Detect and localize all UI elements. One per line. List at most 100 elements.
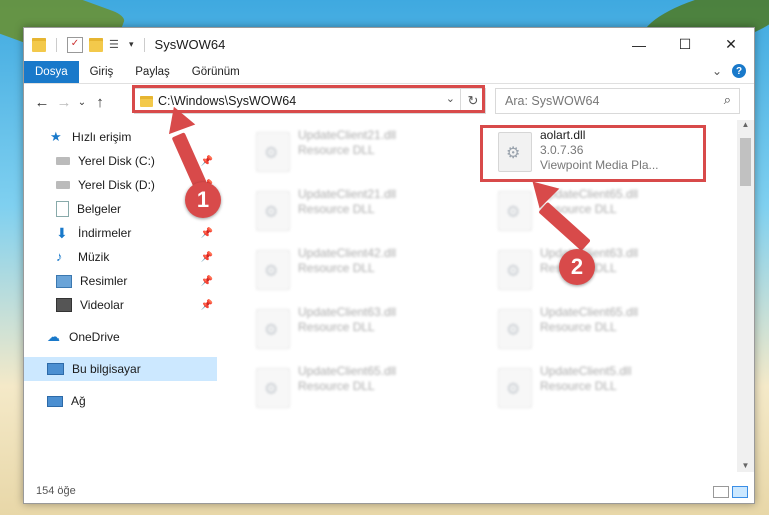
file-type: Resource DLL [298,320,375,334]
file-type: Resource DLL [540,379,617,393]
file-item[interactable]: UpdateClient65.dllResource DLL [242,364,472,414]
file-name: UpdateClient42.dll [298,246,397,260]
file-type: Resource DLL [298,261,375,275]
tab-share[interactable]: Paylaş [124,61,181,83]
file-item[interactable]: UpdateClient63.dllResource DLL [484,246,714,296]
search-input[interactable]: Ara: SysWOW64 [505,94,599,108]
navigation-bar: ← → ⌄ ↑ C:\Windows\SysWOW64 ⌄ ↻ Ara: Sys… [24,84,754,120]
pin-icon[interactable]: 📌 [201,252,213,263]
large-icons-view-icon[interactable] [732,486,748,498]
file-item[interactable]: UpdateClient42.dllResource DLL [242,246,472,296]
file-item[interactable]: UpdateClient21.dllResource DLL [242,128,472,178]
dll-file-icon [256,250,290,290]
videos-icon [56,298,72,312]
sidebar-item-onedrive[interactable]: ☁ OneDrive [24,325,217,349]
back-button[interactable]: ← [31,94,53,111]
details-view-icon[interactable] [713,486,729,498]
up-button[interactable]: ↑ [89,94,111,111]
file-highlight [480,125,706,182]
sidebar-item-label: Müzik [78,250,110,264]
window-controls: — ☐ ✕ [616,28,754,61]
pin-icon[interactable]: 📌 [201,228,213,239]
sidebar-item-network[interactable]: Ağ [24,389,217,413]
dll-file-icon [256,191,290,231]
cloud-icon: ☁ [47,329,60,344]
download-icon: ⬇ [56,225,68,241]
file-type: Resource DLL [298,143,375,157]
vertical-scrollbar[interactable]: ▲ ▼ [737,120,754,472]
pin-icon[interactable]: 📌 [201,156,213,167]
folder-icon[interactable] [32,37,46,52]
file-item[interactable]: UpdateClient5.dllResource DLL [484,364,714,414]
maximize-button[interactable]: ☐ [662,28,708,61]
customize-icon[interactable]: ☰ [109,38,123,52]
chevron-down-icon[interactable]: ▾ [129,39,134,50]
file-name: UpdateClient65.dll [298,364,397,378]
title-bar: ✓ ☰ ▾ SysWOW64 — ☐ ✕ [24,28,754,61]
sidebar-item-label: Yerel Disk (D:) [78,178,155,192]
documents-icon [56,201,69,217]
music-icon: ♪ [56,249,63,264]
file-name: UpdateClient63.dll [298,305,397,319]
computer-icon [47,363,64,375]
sidebar-item-videos[interactable]: Videolar 📌 [24,293,217,317]
recent-locations-button[interactable]: ⌄ [75,97,89,108]
view-switcher [713,486,748,498]
file-item[interactable]: UpdateClient63.dllResource DLL [242,305,472,355]
dll-file-icon [498,250,532,290]
tab-home[interactable]: Giriş [79,61,125,83]
ribbon-tabs: Dosya Giriş Paylaş Görünüm ⌄ ? [24,61,754,84]
sidebar-item-label: OneDrive [69,330,120,344]
file-name: UpdateClient65.dll [540,305,639,319]
sidebar-item-label: Yerel Disk (C:) [78,154,155,168]
sidebar-item-downloads[interactable]: ⬇ İndirmeler 📌 [24,221,217,245]
file-name: UpdateClient21.dll [298,187,397,201]
dll-file-icon [498,309,532,349]
search-icon[interactable]: ⌕ [724,92,731,108]
step-badge-1: 1 [185,182,221,218]
sidebar-item-label: Ağ [71,394,86,408]
properties-icon[interactable]: ✓ [67,36,83,53]
new-folder-icon[interactable] [89,37,103,52]
file-type: Resource DLL [298,202,375,216]
sidebar-item-label: Belgeler [77,202,122,216]
scrollbar-thumb[interactable] [740,138,751,186]
sidebar-item-pictures[interactable]: Resimler 📌 [24,269,217,293]
scroll-up-icon[interactable]: ▲ [737,120,754,129]
sidebar-item-this-pc[interactable]: Bu bilgisayar [24,357,217,381]
dll-file-icon [256,309,290,349]
file-list: UpdateClient21.dllResource DLL UpdateCli… [222,120,736,472]
minimize-button[interactable]: — [616,28,662,61]
explorer-window: ✓ ☰ ▾ SysWOW64 — ☐ ✕ Dosya Giriş Paylaş … [23,27,755,504]
scroll-down-icon[interactable]: ▼ [737,461,754,470]
sidebar-item-label: İndirmeler [78,226,132,240]
star-icon: ★ [50,129,62,144]
item-count: 154 öğe [36,485,76,497]
file-name: UpdateClient21.dll [298,128,397,142]
status-bar: 154 öğe [24,479,754,503]
file-item[interactable]: UpdateClient65.dllResource DLL [484,305,714,355]
tab-file[interactable]: Dosya [24,61,79,83]
search-box[interactable]: Ara: SysWOW64 ⌕ [495,88,740,114]
file-item[interactable]: UpdateClient65.dllResource DLL [484,187,714,237]
pin-icon[interactable]: 📌 [201,276,213,287]
pin-icon[interactable]: 📌 [201,300,213,311]
file-name: UpdateClient5.dll [540,364,632,378]
step-badge-2: 2 [559,249,595,285]
file-type: Resource DLL [298,379,375,393]
dll-file-icon [256,132,290,172]
sidebar-item-music[interactable]: ♪ Müzik 📌 [24,245,217,269]
close-button[interactable]: ✕ [708,28,754,61]
dll-file-icon [498,368,532,408]
divider [56,37,57,52]
file-type: Resource DLL [540,320,617,334]
file-item[interactable]: UpdateClient21.dllResource DLL [242,187,472,237]
help-icon[interactable]: ? [732,64,746,78]
divider [143,37,145,52]
forward-button[interactable]: → [53,94,75,111]
sidebar-item-label: Hızlı erişim [72,130,132,144]
pictures-icon [56,274,72,288]
quick-access-toolbar: ✓ ☰ ▾ [24,36,149,53]
ribbon-expand-icon[interactable]: ⌄ [712,64,722,78]
tab-view[interactable]: Görünüm [181,61,251,83]
